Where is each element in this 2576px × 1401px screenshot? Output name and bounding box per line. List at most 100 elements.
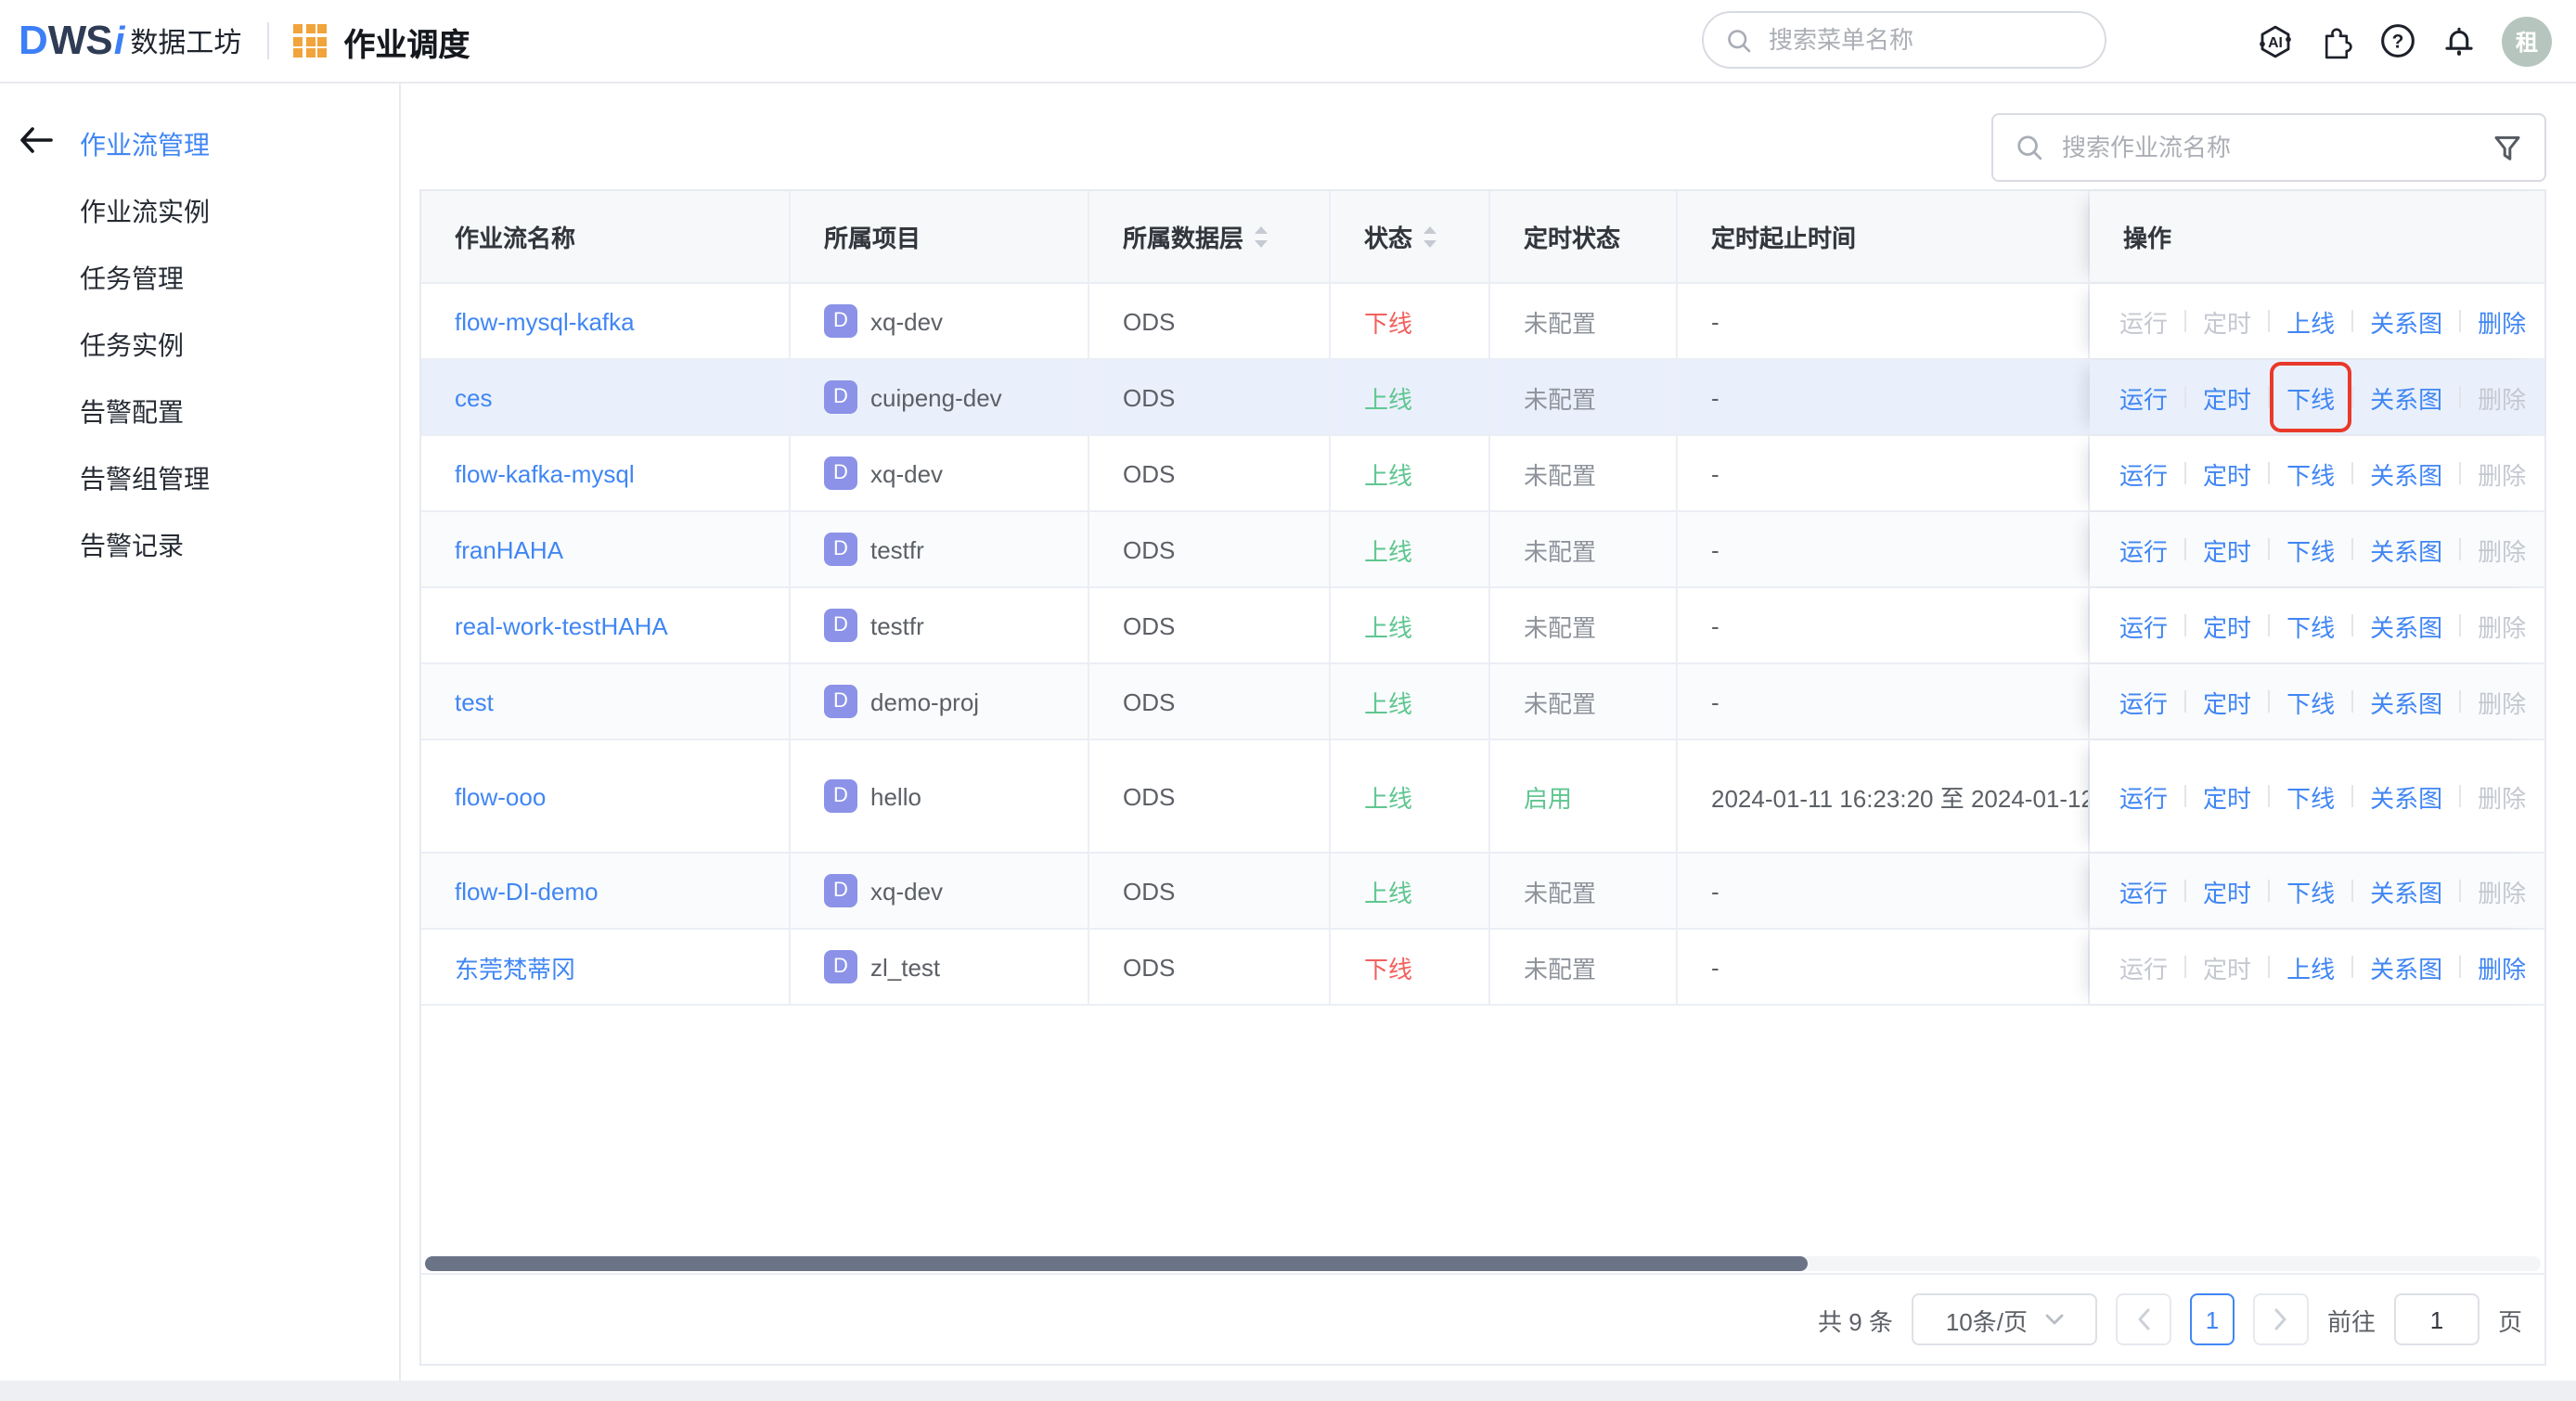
action-divider — [2459, 386, 2462, 408]
action-graph[interactable]: 关系图 — [2370, 608, 2442, 643]
action-schedule: 定时 — [2203, 309, 2252, 337]
column-label: 操作 — [2123, 225, 2172, 252]
sidebar-item[interactable]: 告警记录 — [0, 512, 399, 579]
action-offline[interactable]: 下线 — [2286, 684, 2335, 719]
workflow-link[interactable]: real-work-testHAHA — [455, 611, 668, 639]
navbar-icons: AI ? 租 — [2257, 0, 2552, 82]
next-page-button[interactable] — [2252, 1293, 2309, 1345]
action-offline[interactable]: 下线 — [2286, 608, 2335, 643]
filter-funnel-icon[interactable] — [2492, 133, 2522, 162]
sidebar-item[interactable]: 告警组管理 — [0, 445, 399, 512]
help-icon[interactable]: ? — [2379, 22, 2416, 59]
workflow-link[interactable]: 东莞梵蒂冈 — [455, 949, 575, 984]
action-run[interactable]: 运行 — [2119, 873, 2168, 908]
page-number-1[interactable]: 1 — [2189, 1293, 2235, 1345]
sort-icons[interactable] — [1422, 225, 1438, 249]
action-online[interactable]: 上线 — [2286, 303, 2335, 339]
action-graph[interactable]: 关系图 — [2370, 949, 2442, 984]
sidebar-item[interactable]: 告警配置 — [0, 379, 399, 445]
cell-timer-range: - — [1678, 436, 2090, 510]
action-schedule[interactable]: 定时 — [2203, 379, 2251, 415]
action-divider — [2268, 538, 2271, 560]
workflow-link[interactable]: flow-ooo — [455, 782, 546, 810]
action-run[interactable]: 运行 — [2119, 684, 2168, 719]
plugin-puzzle-icon[interactable] — [2318, 22, 2355, 59]
ai-assistant-icon[interactable]: AI — [2257, 22, 2294, 59]
timer-range-text: - — [1711, 611, 1719, 639]
action-graph[interactable]: 关系图 — [2370, 684, 2442, 719]
sort-icons[interactable] — [1253, 225, 1269, 249]
workflow-link[interactable]: flow-kafka-mysql — [455, 459, 635, 487]
action-offline[interactable]: 下线 — [2286, 532, 2335, 567]
action-graph[interactable]: 关系图 — [2370, 303, 2442, 339]
action-delete: 删除 — [2478, 784, 2527, 812]
action-offline[interactable]: 下线 — [2286, 873, 2335, 908]
action-schedule[interactable]: 定时 — [2203, 532, 2251, 567]
column-header-4[interactable]: 状态 — [1331, 191, 1490, 282]
action-schedule[interactable]: 定时 — [2203, 456, 2251, 491]
action-graph[interactable]: 关系图 — [2370, 379, 2442, 415]
action-schedule[interactable]: 定时 — [2203, 608, 2251, 643]
cell-project: Dzl_test — [791, 930, 1089, 1004]
scrollbar-thumb[interactable] — [425, 1256, 1808, 1271]
action-delete[interactable]: 删除 — [2478, 949, 2526, 984]
prev-page-button[interactable] — [2115, 1293, 2171, 1345]
brand-logo[interactable]: D WS i 数据工坊 作业调度 — [19, 18, 470, 64]
workflow-link[interactable]: franHAHA — [455, 535, 563, 563]
action-divider — [2184, 462, 2187, 484]
workflow-link[interactable]: ces — [455, 383, 492, 411]
project-badge-icon: D — [824, 456, 857, 490]
action-run[interactable]: 运行 — [2119, 532, 2168, 567]
sidebar-item[interactable]: 作业流管理 — [0, 111, 399, 178]
action-divider — [2268, 880, 2271, 902]
action-divider — [2351, 690, 2354, 713]
column-header-3[interactable]: 所属数据层 — [1089, 191, 1331, 282]
timer-status-text: 未配置 — [1524, 537, 1597, 565]
action-offline[interactable]: 下线 — [2286, 778, 2335, 814]
workflow-link[interactable]: flow-mysql-kafka — [455, 307, 635, 335]
action-schedule[interactable]: 定时 — [2203, 684, 2251, 719]
workflow-search-input[interactable] — [2058, 132, 2492, 163]
cell-project: Dxq-dev — [791, 436, 1089, 510]
action-run[interactable]: 运行 — [2119, 778, 2168, 814]
action-schedule[interactable]: 定时 — [2203, 873, 2251, 908]
sidebar-item[interactable]: 任务实例 — [0, 312, 399, 379]
action-graph[interactable]: 关系图 — [2370, 778, 2442, 814]
page-size-select[interactable]: 10条/页 — [1911, 1293, 2097, 1345]
notification-bell-icon[interactable] — [2441, 22, 2478, 59]
data-layer-value: ODS — [1123, 688, 1176, 715]
cell-timer-status: 未配置 — [1490, 436, 1678, 510]
action-offline-annotated[interactable]: 下线 — [2270, 361, 2352, 431]
action-run[interactable]: 运行 — [2119, 379, 2168, 415]
workflow-link[interactable]: test — [455, 688, 494, 715]
action-graph[interactable]: 关系图 — [2370, 532, 2442, 567]
action-run[interactable]: 运行 — [2119, 456, 2168, 491]
action-graph[interactable]: 关系图 — [2370, 873, 2442, 908]
cell-project: Ddemo-proj — [791, 664, 1089, 739]
action-divider — [2268, 310, 2271, 332]
user-avatar[interactable]: 租 — [2502, 16, 2552, 66]
sidebar-item[interactable]: 任务管理 — [0, 245, 399, 312]
cell-status: 上线 — [1331, 360, 1490, 434]
brand-name: 数据工坊 — [130, 27, 242, 58]
timer-status-text: 未配置 — [1524, 613, 1597, 641]
action-graph[interactable]: 关系图 — [2370, 456, 2442, 491]
cell-timer-status: 未配置 — [1490, 360, 1678, 434]
table-row: flow-ooo Dhello ODS 上线 启用 2024-01-11 16:23:20… — [421, 740, 2544, 854]
action-run[interactable]: 运行 — [2119, 608, 2168, 643]
goto-page-input[interactable] — [2393, 1293, 2479, 1345]
action-offline[interactable]: 下线 — [2286, 456, 2335, 491]
cell-actions: 运行 定时 下线 关系图 删除 — [2090, 512, 2544, 586]
page-size-value: 10条/页 — [1945, 1307, 2028, 1335]
action-delete[interactable]: 删除 — [2478, 303, 2526, 339]
data-layer-value: ODS — [1123, 535, 1176, 563]
project-name: cuipeng-dev — [870, 383, 1002, 411]
action-schedule[interactable]: 定时 — [2203, 778, 2251, 814]
cell-status: 上线 — [1331, 436, 1490, 510]
action-online[interactable]: 上线 — [2286, 949, 2335, 984]
menu-search-input[interactable] — [1765, 24, 2082, 56]
sidebar-item[interactable]: 作业流实例 — [0, 178, 399, 245]
cell-timer-range: - — [1678, 664, 2090, 739]
status-text: 上线 — [1364, 784, 1413, 812]
workflow-link[interactable]: flow-DI-demo — [455, 877, 599, 905]
